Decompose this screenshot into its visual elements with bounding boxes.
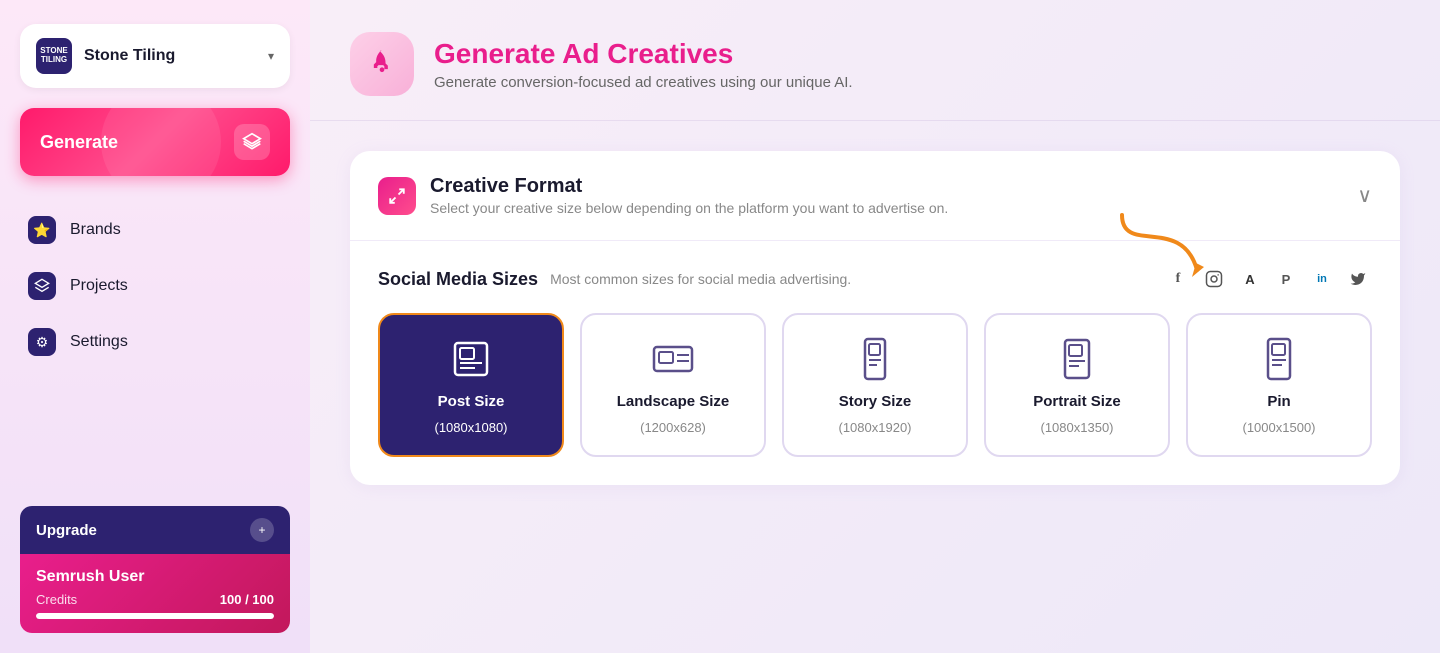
brands-label: Brands <box>70 221 121 239</box>
chevron-down-icon: ▾ <box>268 49 274 63</box>
card-subtitle: Select your creative size below dependin… <box>430 200 948 216</box>
upgrade-section: Upgrade + Semrush User Credits 100 / 100 <box>20 506 290 633</box>
layers-icon <box>234 124 270 160</box>
section-header: Social Media Sizes Most common sizes for… <box>378 265 1372 293</box>
size-card-post[interactable]: Post Size (1080x1080) <box>378 313 564 457</box>
sidebar-item-projects[interactable]: Projects <box>20 260 290 312</box>
card-title: Creative Format <box>430 175 948 198</box>
card-body: Social Media Sizes Most common sizes for… <box>350 241 1400 485</box>
sidebar-item-settings[interactable]: ⚙ Settings <box>20 316 290 368</box>
size-cards: Post Size (1080x1080) Landscape Size (12… <box>378 313 1372 457</box>
social-media-desc: Most common sizes for social media adver… <box>550 271 851 287</box>
content-area: Creative Format Select your creative siz… <box>310 121 1440 515</box>
brand-logo: STONETILING <box>36 38 72 74</box>
brand-selector[interactable]: STONETILING Stone Tiling ▾ <box>20 24 290 88</box>
pin-size-dims: (1000x1500) <box>1243 420 1316 435</box>
portrait-size-icon <box>1053 335 1101 383</box>
sidebar: STONETILING Stone Tiling ▾ Generate ⭐ Br… <box>0 0 310 653</box>
brands-icon: ⭐ <box>28 216 56 244</box>
upgrade-label: Upgrade <box>36 522 97 539</box>
story-size-icon <box>851 335 899 383</box>
card-header: Creative Format Select your creative siz… <box>350 151 1400 241</box>
post-size-name: Post Size <box>438 393 505 410</box>
projects-icon <box>28 272 56 300</box>
page-header: Generate Ad Creatives Generate conversio… <box>310 0 1440 121</box>
rocket-icon <box>368 47 396 82</box>
credits-bar <box>36 613 274 619</box>
story-size-name: Story Size <box>839 393 912 410</box>
generate-label: Generate <box>40 132 118 153</box>
credits-value: 100 / 100 <box>220 592 274 607</box>
pin-size-name: Pin <box>1267 393 1290 410</box>
adroll-icon: A <box>1236 265 1264 293</box>
settings-label: Settings <box>70 333 128 351</box>
post-size-icon <box>447 335 495 383</box>
landscape-size-dims: (1200x628) <box>640 420 706 435</box>
landscape-size-name: Landscape Size <box>617 393 730 410</box>
story-size-dims: (1080x1920) <box>839 420 912 435</box>
size-card-landscape[interactable]: Landscape Size (1200x628) <box>580 313 766 457</box>
size-card-story[interactable]: Story Size (1080x1920) <box>782 313 968 457</box>
pin-size-icon <box>1255 335 1303 383</box>
credits-row: Credits 100 / 100 <box>36 592 274 607</box>
credits-label: Credits <box>36 592 77 607</box>
main-content: Generate Ad Creatives Generate conversio… <box>310 0 1440 653</box>
upgrade-plus-icon: + <box>250 518 274 542</box>
card-chevron-icon[interactable]: ∨ <box>1357 183 1372 208</box>
linkedin-icon: in <box>1308 265 1336 293</box>
twitter-icon <box>1344 265 1372 293</box>
card-header-left: Creative Format Select your creative siz… <box>378 175 948 216</box>
portrait-size-name: Portrait Size <box>1033 393 1121 410</box>
social-media-title: Social Media Sizes <box>378 269 538 290</box>
portrait-size-dims: (1080x1350) <box>1041 420 1114 435</box>
header-icon-wrap <box>350 32 414 96</box>
user-name: Semrush User <box>36 568 274 586</box>
user-card: Semrush User Credits 100 / 100 <box>20 554 290 633</box>
expand-icon <box>378 177 416 215</box>
section-title-group: Social Media Sizes Most common sizes for… <box>378 269 851 290</box>
upgrade-button[interactable]: Upgrade + <box>20 506 290 554</box>
landscape-size-icon <box>649 335 697 383</box>
size-card-portrait[interactable]: Portrait Size (1080x1350) <box>984 313 1170 457</box>
card-title-group: Creative Format Select your creative siz… <box>430 175 948 216</box>
size-card-pin[interactable]: Pin (1000x1500) <box>1186 313 1372 457</box>
page-title: Generate Ad Creatives <box>434 38 853 70</box>
curved-arrow-decoration <box>1112 205 1212 285</box>
creative-format-card: Creative Format Select your creative siz… <box>350 151 1400 485</box>
brand-name: Stone Tiling <box>84 47 256 65</box>
page-subtitle: Generate conversion-focused ad creatives… <box>434 74 853 91</box>
projects-label: Projects <box>70 277 128 295</box>
settings-icon: ⚙ <box>28 328 56 356</box>
pinterest-icon: P <box>1272 265 1300 293</box>
header-text: Generate Ad Creatives Generate conversio… <box>434 38 853 91</box>
credits-fill <box>36 613 274 619</box>
post-size-dims: (1080x1080) <box>435 420 508 435</box>
sidebar-item-brands[interactable]: ⭐ Brands <box>20 204 290 256</box>
generate-button[interactable]: Generate <box>20 108 290 176</box>
